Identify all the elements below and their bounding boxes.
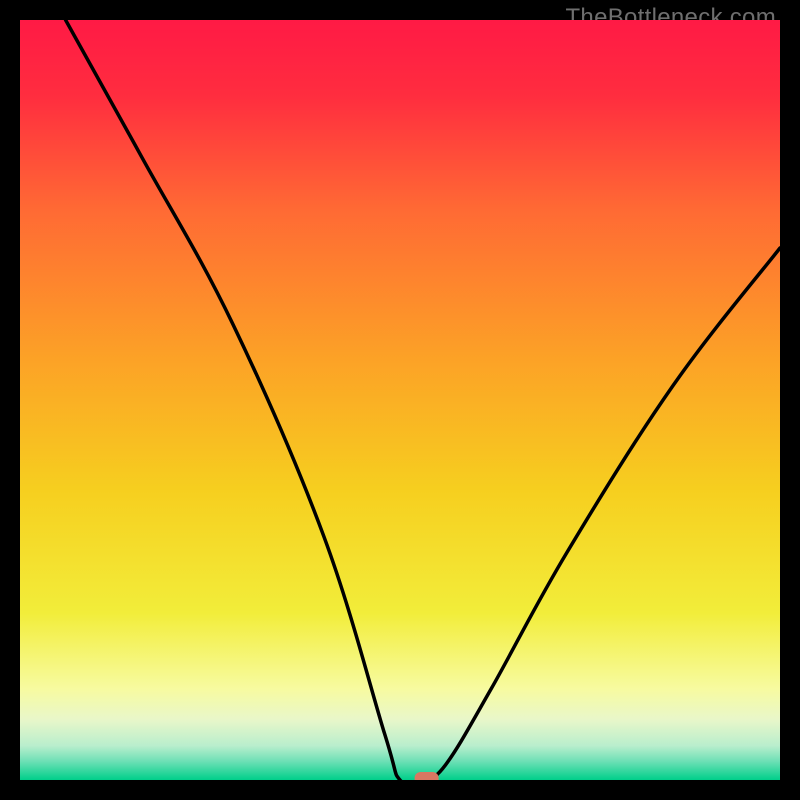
optimal-marker [415,772,439,780]
chart-background-gradient [20,20,780,780]
chart-svg [20,20,780,780]
chart-plot-area [20,20,780,780]
chart-frame: TheBottleneck.com [0,0,800,800]
